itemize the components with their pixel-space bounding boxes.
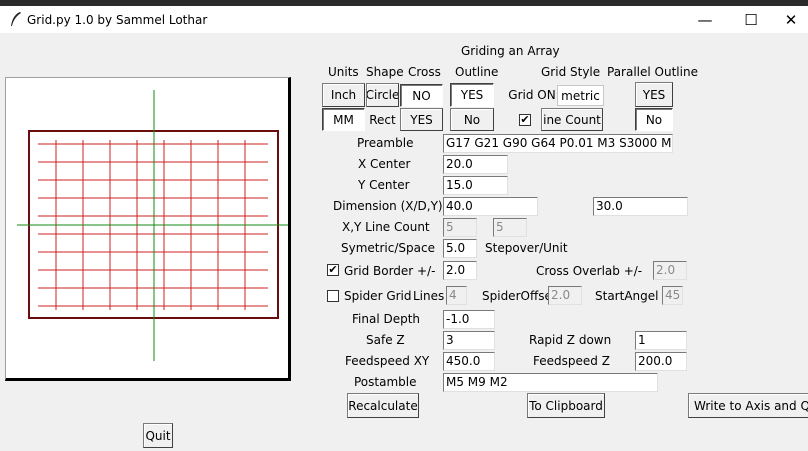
- spider-offset-label: SpiderOffset: [482, 289, 557, 303]
- feedspeed-z-label: Feedspeed Z: [533, 354, 610, 368]
- cross-overlap-label: Cross Overlab +/-: [536, 264, 643, 278]
- dimension-label: Dimension (X/D,Y): [333, 199, 443, 213]
- final-depth-input[interactable]: -1.0: [443, 310, 495, 329]
- y-center-label: Y Center: [358, 178, 410, 192]
- y-center-input[interactable]: 15.0: [443, 176, 508, 195]
- dimension-y-input[interactable]: 30.0: [593, 197, 688, 216]
- feedspeed-xy-input[interactable]: 450.0: [443, 352, 495, 371]
- grid-preview-canvas: [5, 77, 291, 381]
- grid-on-button[interactable]: Grid ON: [507, 84, 557, 106]
- feedspeed-xy-label: Feedspeed XY: [345, 354, 430, 368]
- symetric-input[interactable]: 5.0: [443, 239, 477, 258]
- cross-header: Cross: [408, 65, 441, 79]
- feedspeed-z-input[interactable]: 200.0: [635, 352, 687, 371]
- postamble-label: Postamble: [354, 375, 417, 389]
- rapid-z-input[interactable]: 1: [635, 331, 687, 350]
- cross-overlap-input[interactable]: 2.0: [653, 261, 687, 280]
- outline-no-button[interactable]: No: [450, 108, 494, 131]
- outline-yes-button[interactable]: YES: [450, 83, 494, 107]
- safe-z-input[interactable]: 3: [443, 331, 495, 350]
- grid-border-label: Grid Border +/-: [344, 264, 436, 278]
- close-button[interactable]: ✕: [774, 6, 808, 33]
- x-center-input[interactable]: 20.0: [443, 155, 508, 174]
- dimension-x-input[interactable]: 40.0: [443, 197, 538, 216]
- rapid-z-label: Rapid Z down: [529, 333, 612, 347]
- spider-grid-checkbox[interactable]: [327, 290, 339, 302]
- line-count-checkbox[interactable]: ✔: [519, 114, 531, 126]
- grid-preview-drawing: [17, 90, 288, 361]
- preamble-label: Preamble: [357, 136, 414, 150]
- rect-button[interactable]: Rect: [366, 108, 399, 131]
- section-title: Griding an Array: [461, 44, 560, 58]
- grid-border-checkbox[interactable]: ✔: [327, 264, 339, 276]
- safe-z-label: Safe Z: [366, 333, 405, 347]
- line-count-y-input[interactable]: 5: [493, 218, 527, 237]
- spider-grid-label: Spider Grid: [344, 289, 412, 303]
- spider-lines-input[interactable]: 4: [446, 286, 467, 305]
- start-angle-input[interactable]: 45: [662, 286, 683, 305]
- shape-header: Shape: [366, 65, 404, 79]
- window-title: Grid.py 1.0 by Sammel Lothar: [27, 13, 208, 27]
- to-clipboard-button[interactable]: To Clipboard: [527, 393, 605, 418]
- line-count-label: X,Y Line Count: [342, 220, 430, 234]
- start-angle-label: StartAngel: [595, 289, 659, 303]
- preamble-input[interactable]: G17 G21 G90 G64 P0.01 M3 S3000 M7: [443, 134, 673, 153]
- cross-yes-button[interactable]: YES: [400, 108, 443, 131]
- x-center-label: X Center: [358, 157, 411, 171]
- stepover-unit-label: Stepover/Unit: [485, 241, 568, 255]
- mm-button[interactable]: MM: [322, 108, 365, 131]
- line-count-button[interactable]: ine Count: [541, 108, 603, 131]
- parallel-no-button[interactable]: No: [635, 108, 673, 131]
- quit-button[interactable]: Quit: [143, 423, 173, 448]
- grid-style-header: Grid Style: [541, 65, 601, 79]
- minimize-button[interactable]: —: [682, 6, 728, 33]
- maximize-button[interactable]: ☐: [728, 6, 774, 33]
- line-count-x-input[interactable]: 5: [443, 218, 477, 237]
- symetric-label: Symetric/Space: [341, 241, 435, 255]
- postamble-input[interactable]: M5 M9 M2: [443, 373, 658, 392]
- grid-border-input[interactable]: 2.0: [443, 261, 477, 280]
- parallel-yes-button[interactable]: YES: [635, 82, 673, 107]
- write-to-axis-button[interactable]: Write to Axis and Quit: [688, 393, 808, 418]
- cross-no-button[interactable]: NO: [400, 84, 443, 107]
- spider-lines-label: Lines: [413, 289, 445, 303]
- circle-button[interactable]: Circle: [366, 83, 399, 107]
- recalculate-button[interactable]: Recalculate: [347, 393, 419, 418]
- grid-style-dropdown[interactable]: metric: [557, 85, 604, 106]
- outline-header: Outline: [455, 65, 499, 79]
- inch-button[interactable]: Inch: [322, 83, 365, 107]
- units-header: Units: [328, 65, 359, 79]
- spider-offset-input[interactable]: 2.0: [548, 286, 582, 305]
- parallel-outline-header: Parallel Outline: [607, 65, 698, 79]
- feather-icon: [9, 11, 23, 27]
- final-depth-label: Final Depth: [352, 312, 421, 326]
